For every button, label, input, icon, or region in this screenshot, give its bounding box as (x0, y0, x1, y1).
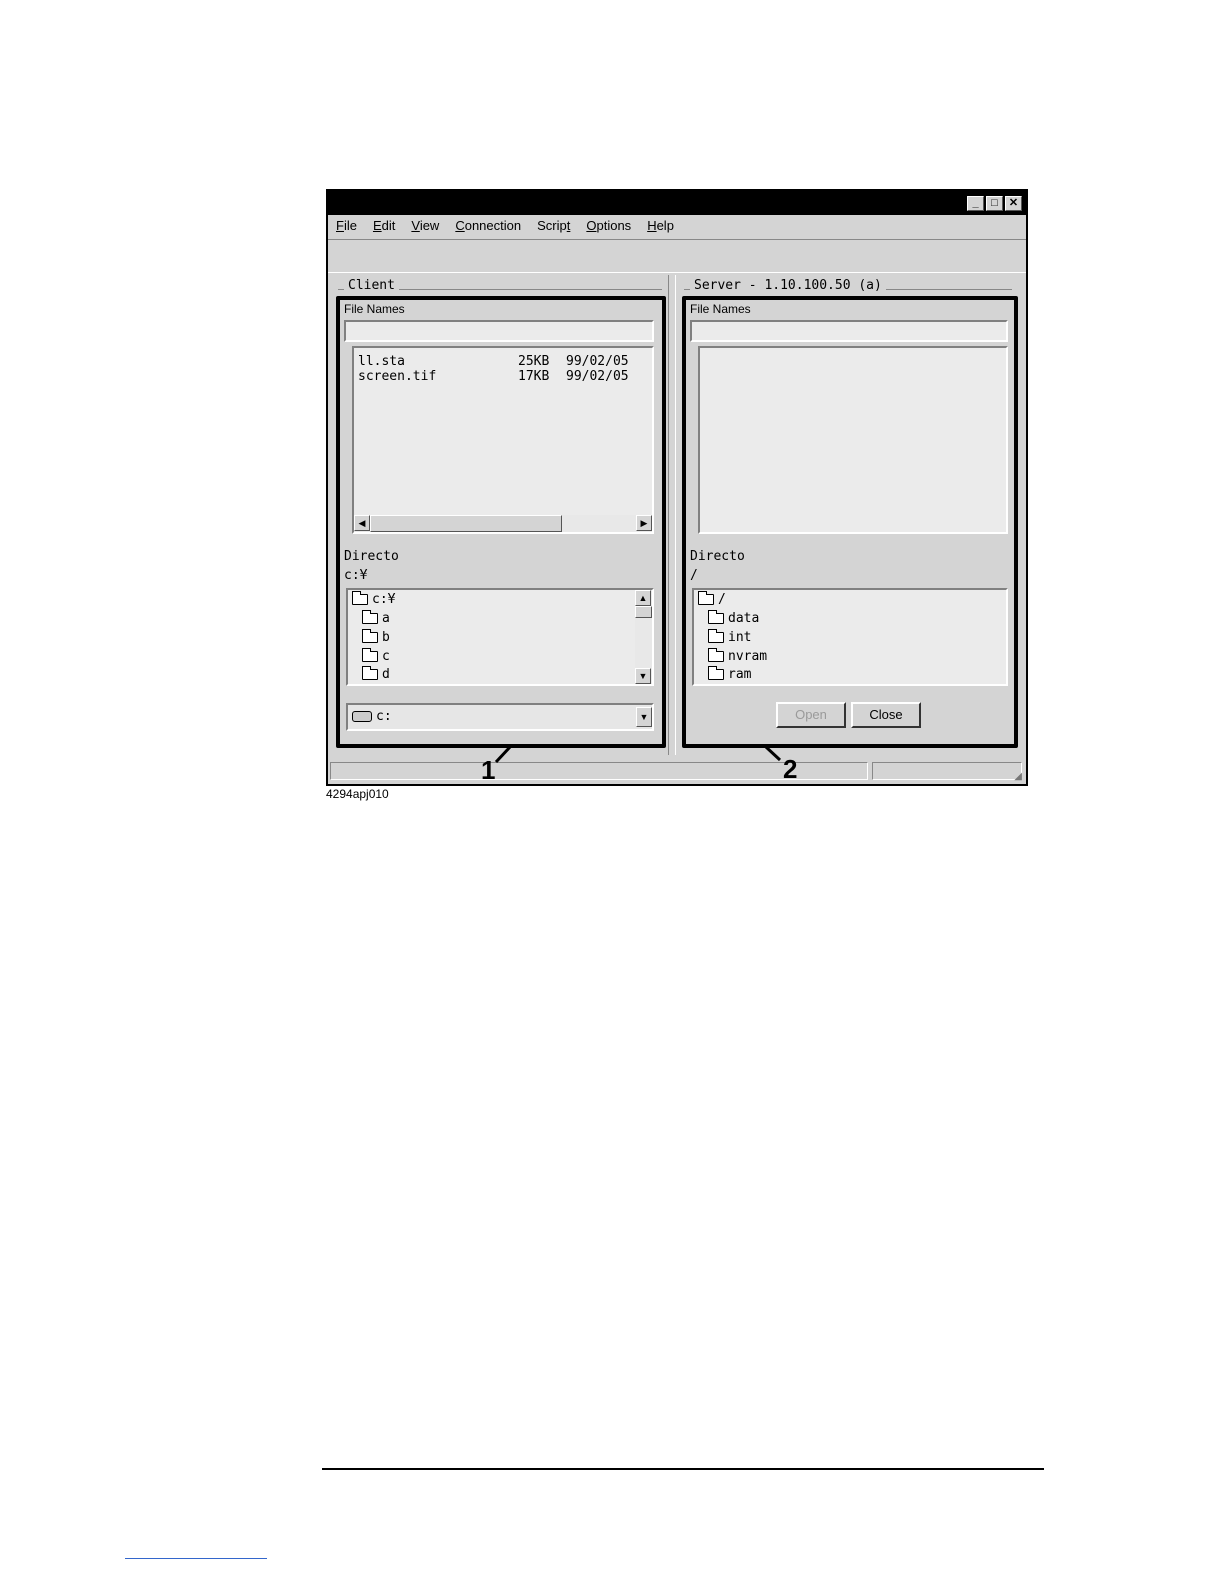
callout-number-2: 2 (783, 754, 798, 784)
callout-number-1: 1 (481, 755, 496, 785)
leader-line-2 (764, 745, 782, 762)
figure-caption: 4294apj010 (326, 787, 389, 801)
footer-link-underline (125, 1558, 267, 1559)
footer-rule (322, 1468, 1044, 1470)
leader-line-1 (494, 745, 512, 764)
callout-leaders (494, 745, 782, 764)
